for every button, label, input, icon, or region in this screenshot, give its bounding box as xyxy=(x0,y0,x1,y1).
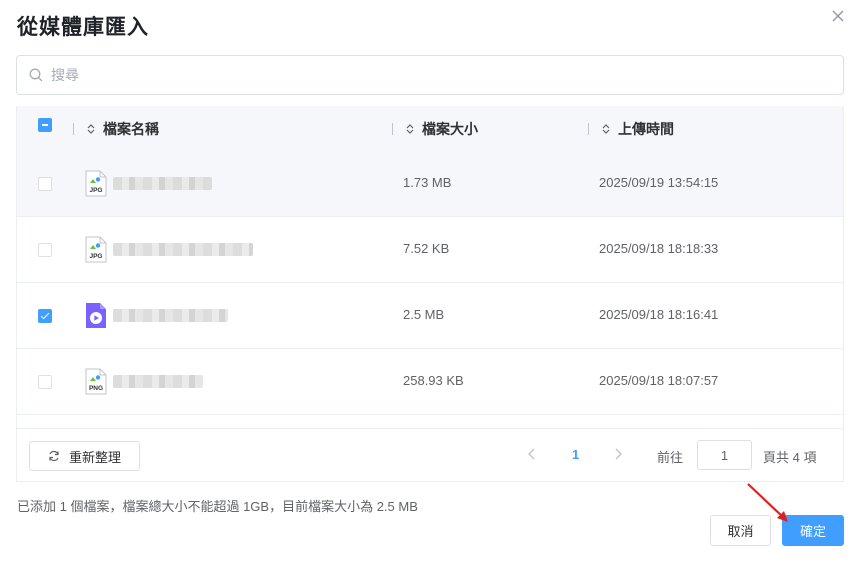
upload-time: 2025/09/19 13:54:15 xyxy=(599,175,719,190)
select-all-checkbox[interactable] xyxy=(38,118,52,132)
row-checkbox[interactable] xyxy=(38,375,52,389)
page-number-current[interactable]: 1 xyxy=(572,447,579,462)
sort-icon xyxy=(601,123,611,135)
svg-text:JPG: JPG xyxy=(89,253,102,260)
file-size: 2.5 MB xyxy=(403,307,445,322)
table-row[interactable] xyxy=(17,415,843,428)
jpg-file-icon: JPG xyxy=(85,170,107,197)
table-row[interactable]: 2.5 MB 2025/09/18 18:16:41 xyxy=(17,283,843,349)
png-file-icon: PNG xyxy=(85,368,107,395)
svg-text:PNG: PNG xyxy=(89,385,103,392)
file-size: 1.73 MB xyxy=(403,175,452,190)
selection-status: 已添加 1 個檔案，檔案總大小不能超過 1GB，目前檔案大小為 2.5 MB xyxy=(17,499,418,514)
file-size: 258.93 KB xyxy=(403,373,464,388)
upload-time: 2025/09/18 18:07:57 xyxy=(599,373,719,388)
upload-time: 2025/09/18 18:16:41 xyxy=(599,307,719,322)
jpg-file-icon: JPG xyxy=(85,236,107,263)
search-input[interactable] xyxy=(51,67,811,83)
file-name-redacted xyxy=(113,309,228,322)
prev-page-icon[interactable] xyxy=(527,447,537,466)
file-size: 7.52 KB xyxy=(403,241,450,256)
next-page-icon[interactable] xyxy=(613,447,623,466)
svg-text:JPG: JPG xyxy=(89,187,102,194)
video-file-icon xyxy=(85,302,107,329)
media-table: 檔案名稱 檔案大小 上傳時間 JPG 1.73 MB 2025/09/19 13… xyxy=(16,106,844,428)
refresh-button[interactable]: 重新整理 xyxy=(29,441,140,471)
row-checkbox[interactable] xyxy=(38,309,52,323)
column-header-time[interactable]: 上傳時間 xyxy=(588,106,674,151)
search-icon xyxy=(29,68,43,82)
file-name-redacted xyxy=(113,177,212,190)
confirm-button[interactable]: 確定 xyxy=(782,515,844,546)
sort-icon xyxy=(405,123,415,135)
goto-label: 前往 xyxy=(657,450,684,465)
table-row[interactable]: JPG 7.52 KB 2025/09/18 18:18:33 xyxy=(17,217,843,283)
table-header: 檔案名稱 檔案大小 上傳時間 xyxy=(17,106,843,151)
search-box xyxy=(16,55,844,95)
upload-time: 2025/09/18 18:18:33 xyxy=(599,241,719,256)
pagination-bar: 重新整理 1 前往 頁共 4 項 xyxy=(16,428,844,482)
file-name-redacted xyxy=(113,243,253,256)
file-name-redacted xyxy=(113,375,203,388)
refresh-icon xyxy=(49,450,59,462)
goto-page-input[interactable] xyxy=(697,440,752,470)
sort-icon xyxy=(86,123,96,135)
cancel-button[interactable]: 取消 xyxy=(710,515,771,546)
table-row[interactable]: JPG 1.73 MB 2025/09/19 13:54:15 xyxy=(17,151,843,217)
dialog-title: 從媒體庫匯入 xyxy=(17,16,149,39)
row-checkbox[interactable] xyxy=(38,243,52,257)
row-checkbox[interactable] xyxy=(38,177,52,191)
close-icon[interactable] xyxy=(831,9,845,23)
column-header-name[interactable]: 檔案名稱 xyxy=(73,106,159,151)
total-count: 頁共 4 項 xyxy=(763,450,817,465)
column-header-size[interactable]: 檔案大小 xyxy=(392,106,478,151)
table-row[interactable]: PNG 258.93 KB 2025/09/18 18:07:57 xyxy=(17,349,843,415)
